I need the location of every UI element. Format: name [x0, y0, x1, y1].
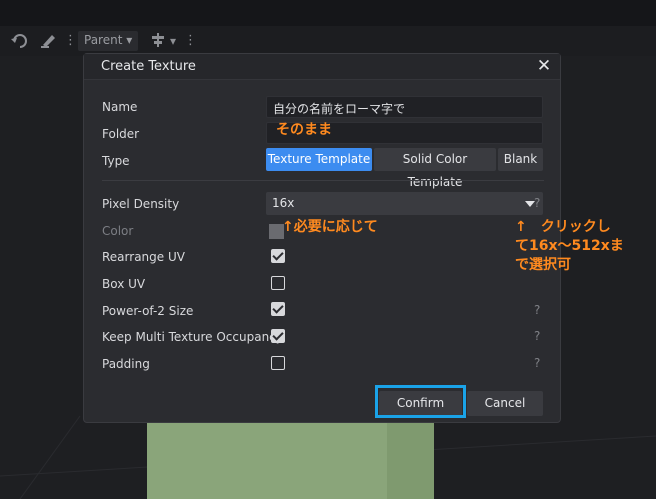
undo-icon[interactable] [10, 32, 28, 50]
help-icon[interactable]: ? [534, 329, 540, 343]
confirm-highlight-frame [375, 385, 466, 418]
align-icon[interactable] [150, 32, 166, 50]
cancel-button[interactable]: Cancel [467, 391, 543, 416]
color-annotation: ↑必要に応じて [282, 219, 378, 235]
chevron-down-icon: ▾ [126, 33, 133, 47]
power-of-2-label: Power-of-2 Size [102, 304, 194, 318]
pixel-density-label: Pixel Density [102, 197, 180, 211]
keep-multi-checkbox[interactable] [271, 329, 285, 343]
rearrange-uv-checkbox[interactable] [271, 249, 285, 263]
density-annotation-line-2: て16x～512xま [515, 238, 624, 254]
name-label: Name [102, 100, 138, 114]
box-uv-label: Box UV [102, 277, 146, 291]
chevron-down-icon[interactable]: ▾ [170, 32, 176, 50]
toolbar: ⋮ Parent ▾ ▾ ⋮ [0, 26, 656, 56]
box-uv-checkbox[interactable] [271, 276, 285, 290]
type-label: Type [102, 154, 130, 168]
help-icon[interactable]: ? [534, 356, 540, 370]
create-texture-dialog: Create Texture ✕ Name 自分の名前をローマ字で Folder… [83, 53, 561, 423]
power-of-2-checkbox[interactable] [271, 302, 285, 316]
parent-dropdown[interactable]: Parent ▾ [78, 31, 139, 51]
type-blank[interactable]: Blank [498, 148, 543, 171]
close-icon[interactable]: ✕ [534, 56, 554, 76]
name-input[interactable]: 自分の名前をローマ字で [266, 96, 543, 118]
help-icon[interactable]: ? [534, 196, 540, 210]
dialog-title: Create Texture [101, 59, 196, 74]
rearrange-uv-label: Rearrange UV [102, 250, 185, 264]
density-annotation-line-3: で選択可 [515, 257, 571, 273]
pixel-density-select[interactable]: 16x [266, 192, 543, 215]
more-icon[interactable]: ⋮ [184, 32, 197, 50]
type-texture-template[interactable]: Texture Template [266, 148, 372, 171]
brush-icon[interactable] [40, 32, 58, 50]
color-label: Color [102, 224, 134, 238]
folder-label: Folder [102, 127, 140, 141]
type-solid-color-template[interactable]: Solid Color Template [374, 148, 496, 189]
padding-label: Padding [102, 357, 150, 371]
pixel-density-value: 16x [272, 196, 295, 210]
keep-multi-label: Keep Multi Texture Occupancy [102, 330, 283, 344]
density-annotation-line-1: ↑ クリックし [515, 219, 611, 235]
dialog-header: Create Texture ✕ [84, 54, 560, 80]
parent-label: Parent [84, 33, 123, 47]
model-preview-shade [147, 420, 387, 499]
folder-annotation: そのまま [276, 122, 332, 138]
section-divider [102, 180, 544, 181]
more-icon[interactable]: ⋮ [64, 32, 77, 50]
help-icon[interactable]: ? [534, 303, 540, 317]
title-bar-area [0, 0, 656, 26]
padding-checkbox[interactable] [271, 356, 285, 370]
